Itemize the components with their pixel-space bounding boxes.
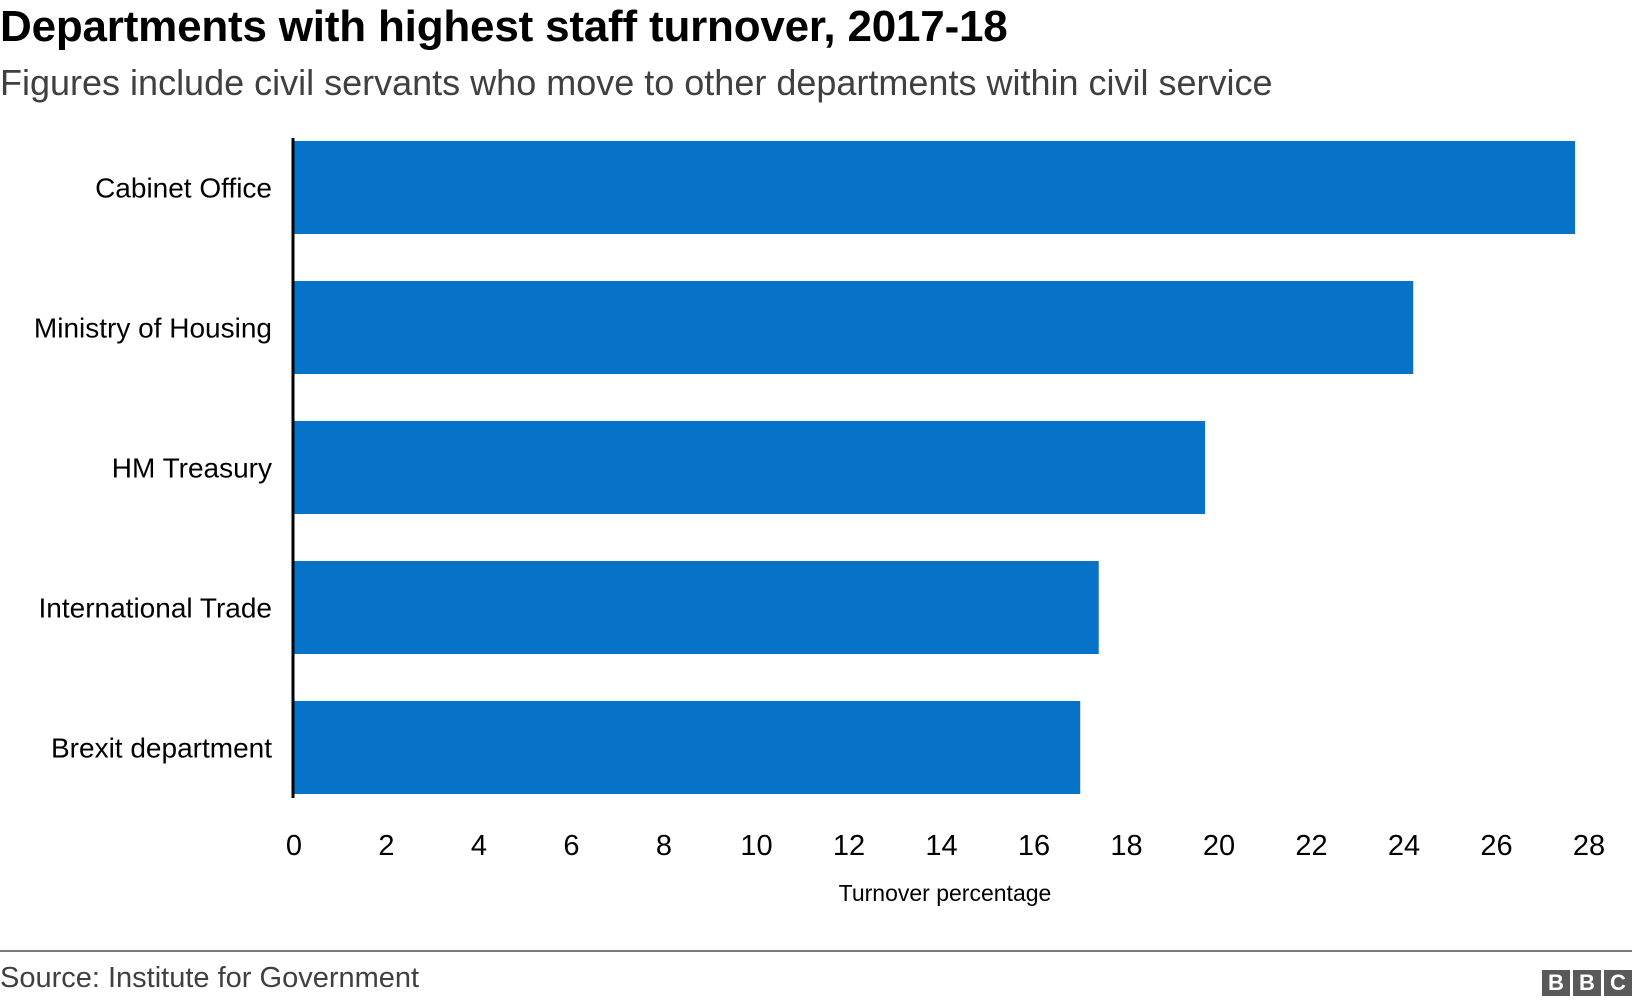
bbc-logo-letter: B [1542,970,1570,996]
bbc-logo-letter: B [1573,970,1601,996]
x-tick-label: 28 [1573,830,1605,862]
bar [294,701,1081,794]
x-tick-label: 12 [833,830,865,862]
bar [294,421,1206,514]
x-axis-label: Turnover percentage [839,880,1052,906]
x-tick-label: 18 [1110,830,1142,862]
x-tick-label: 20 [1203,830,1235,862]
footer-divider [0,950,1632,952]
x-tick-label: 16 [1018,830,1050,862]
x-tick-label: 0 [286,830,302,862]
x-tick-label: 14 [925,830,957,862]
source-note: Source: Institute for Government [0,962,420,994]
category-label: Ministry of Housing [34,313,272,344]
x-tick-label: 4 [471,830,487,862]
bar-chart: Cabinet Office Ministry of Housing HM Trea… [34,138,1605,906]
category-label: International Trade [39,593,273,624]
x-tick-label: 26 [1480,830,1512,862]
bbc-logo-letter: C [1604,970,1632,996]
bar [294,561,1099,654]
bar [294,281,1414,374]
x-tick-label: 8 [656,830,672,862]
x-tick-label: 6 [563,830,579,862]
category-label: Cabinet Office [95,173,272,204]
bbc-logo: B B C [1542,970,1632,996]
x-tick-label: 10 [740,830,772,862]
category-label: Brexit department [51,733,272,764]
x-tick-label: 2 [378,830,394,862]
bar [294,141,1576,234]
x-tick-label: 22 [1295,830,1327,862]
category-label: HM Treasury [112,453,272,484]
x-tick-label: 24 [1388,830,1420,862]
